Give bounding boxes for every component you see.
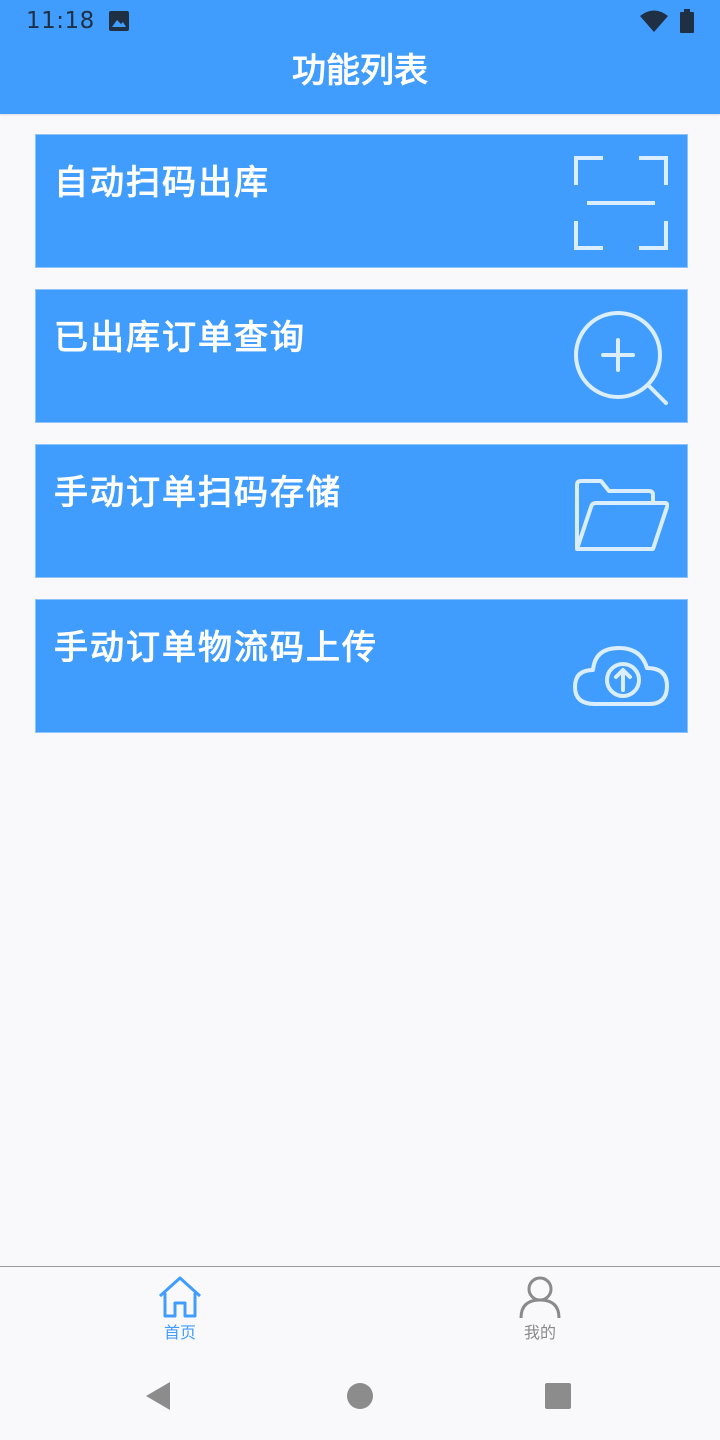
menu-item-label: 手动订单物流码上传 xyxy=(54,628,378,668)
menu-item-label: 手动订单扫码存储 xyxy=(54,473,342,513)
wifi-icon xyxy=(640,10,668,32)
user-icon xyxy=(519,1276,561,1319)
menu-item-manual-logistics-upload[interactable]: 手动订单物流码上传 xyxy=(35,599,688,733)
tab-home[interactable]: 首页 xyxy=(120,1267,240,1353)
menu-item-outbound-order-query[interactable]: 已出库订单查询 xyxy=(35,289,688,423)
system-nav-bar xyxy=(0,1352,720,1440)
page-title: 功能列表 xyxy=(292,51,428,91)
status-time: 11:18 xyxy=(26,8,95,34)
tab-profile[interactable]: 我的 xyxy=(480,1267,600,1353)
home-icon xyxy=(158,1276,202,1318)
folder-open-icon xyxy=(575,479,669,551)
menu-item-label: 自动扫码出库 xyxy=(54,163,270,203)
bottom-nav: 首页 我的 xyxy=(0,1266,720,1353)
app-header: 功能列表 xyxy=(0,44,720,114)
battery-icon xyxy=(680,9,694,33)
cloud-upload-icon xyxy=(573,646,669,706)
menu-item-label: 已出库订单查询 xyxy=(54,318,306,358)
tab-label: 我的 xyxy=(523,1323,556,1342)
tab-label: 首页 xyxy=(163,1323,196,1342)
image-icon xyxy=(109,11,129,31)
scan-icon xyxy=(574,156,668,250)
menu-item-manual-scan-store[interactable]: 手动订单扫码存储 xyxy=(35,444,688,578)
back-icon[interactable] xyxy=(140,1376,180,1416)
zoom-in-icon xyxy=(574,311,668,405)
menu-item-auto-scan-outbound[interactable]: 自动扫码出库 xyxy=(35,134,688,268)
recents-icon[interactable] xyxy=(538,1376,578,1416)
home-circle-icon[interactable] xyxy=(340,1376,380,1416)
status-bar: 11:18 xyxy=(0,0,720,44)
